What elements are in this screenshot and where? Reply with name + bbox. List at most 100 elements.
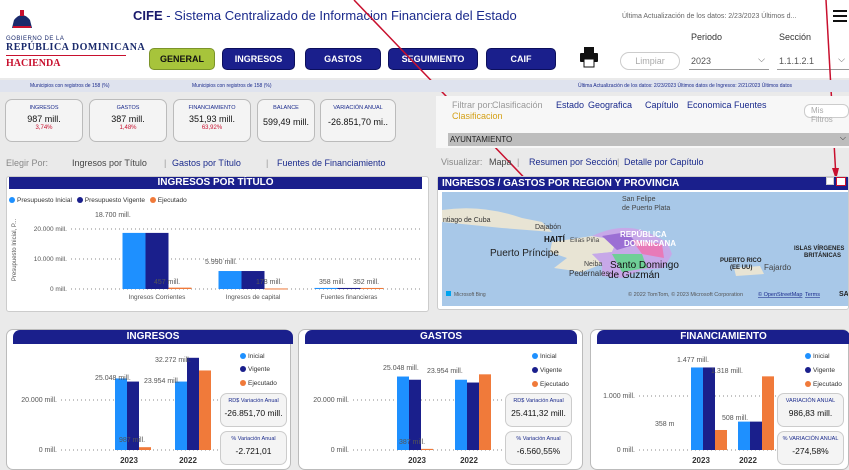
- filter-panel: Filtrar por: Clasificación Estado Geogra…: [436, 96, 849, 148]
- legend-item: Vigente: [540, 367, 562, 374]
- legend-ejecutado: Ejecutado: [240, 380, 277, 387]
- bar-ejecutado-2023: [139, 447, 151, 450]
- tab-separator: |: [164, 158, 167, 168]
- filter-highlight: Clasificacion: [452, 111, 503, 121]
- visualize-section[interactable]: Resumen por Sección: [529, 157, 618, 167]
- data-label: 358 mill.: [319, 279, 345, 286]
- legend-dot: [149, 197, 156, 204]
- data-label: 508 mill.: [722, 415, 748, 422]
- section-value: 1.1.1.2.1: [779, 55, 815, 66]
- my-filters-button[interactable]: Mis Filtros: [804, 104, 849, 124]
- filter-option-fuentes[interactable]: Fuentes: [734, 100, 767, 110]
- filter-by-label: Filtrar por:: [452, 100, 494, 110]
- map-label: Pedernales: [569, 269, 609, 278]
- filter-option-capitulo[interactable]: Capítulo: [645, 100, 679, 110]
- strip-text-3: Última Actualización de los datos: 2/23/…: [578, 83, 793, 89]
- choose-fuentes[interactable]: Fuentes de Financiamiento: [277, 158, 386, 168]
- map-title: INGRESOS / GASTOS POR REGION Y PROVINCIA: [438, 177, 848, 190]
- map-label: PUERTO RICO: [720, 258, 762, 264]
- legend-dot: [9, 197, 15, 204]
- bar-presupuesto-inicial: [122, 232, 146, 289]
- section-select[interactable]: 1.1.1.2.1 ⌵: [777, 52, 849, 70]
- legend-item: Inicial: [813, 353, 830, 360]
- nav-caif-button[interactable]: CAIF: [486, 48, 556, 70]
- kpi-value: -26.851,70 mi..: [327, 117, 389, 127]
- map-label: Fajardo: [764, 263, 792, 272]
- variation-box: RD$ Variación Anual 25.411,32 mill.: [505, 393, 572, 427]
- focus-mode-icon[interactable]: [836, 177, 846, 186]
- ingresos-chart: 20.000 mill. 0 mill. 25.048 mill. 32.272…: [21, 357, 222, 465]
- kpi-title: BALANCE: [273, 105, 299, 111]
- kpi-value: 387 mill.: [111, 114, 145, 124]
- kpi-financiamiento: FINANCIAMIENTO 351,93 mill. 63,92%: [173, 99, 251, 142]
- filter-icon[interactable]: [826, 177, 834, 185]
- period-label: Periodo: [691, 32, 723, 42]
- map-label: HAITÍ: [544, 235, 566, 244]
- filter-option-geografica[interactable]: Geografica: [588, 100, 632, 110]
- x-category-label: Fuentes financieras: [321, 294, 378, 301]
- strip-text-1: Municipios con registros de 158 (%): [30, 83, 110, 89]
- kpi-gastos: GASTOS 387 mill. 1,48%: [89, 99, 167, 142]
- ingresos-card: INGRESOS 20.000 mill. 0 mill. 25.048 mil…: [6, 329, 293, 470]
- filter-select[interactable]: AYUNTAMIENTO ⌵: [448, 133, 849, 146]
- filter-option-estado[interactable]: Estado: [556, 100, 584, 110]
- last-update: Última Actualización de los datos: 2/23/…: [622, 13, 797, 20]
- variation-value: 25.411,32 mill.: [511, 408, 566, 418]
- legend-item: Ejecutado: [248, 380, 277, 387]
- x-category-label: 2023: [120, 456, 138, 465]
- data-label: 32.272 mill.: [155, 357, 191, 364]
- filter-option-economica[interactable]: Economica: [687, 100, 732, 110]
- variation-pct-box: % Variación Anual -6.560,55%: [505, 431, 572, 465]
- bar-presupuesto-inicial: [218, 271, 242, 289]
- map-label: Puerto Príncipe: [490, 248, 559, 259]
- x-category-label: 2022: [739, 456, 757, 465]
- visualize-map[interactable]: Mapa: [489, 157, 512, 167]
- data-label: 23.954 mill.: [427, 368, 463, 375]
- variation-title: % VARIACIÓN ANUAL: [782, 436, 839, 442]
- choose-gastos[interactable]: Gastos por Título: [172, 158, 241, 168]
- tab-separator: |: [617, 157, 620, 167]
- map-canvas[interactable]: San Felipe de Puerto Plata ntiago de Cub…: [442, 192, 848, 306]
- visualize-chapter[interactable]: Detalle por Capítulo: [624, 157, 704, 167]
- bar-vigente-2022: [187, 357, 199, 450]
- section-label: Sección: [779, 32, 812, 42]
- app-title: CIFE - Sistema Centralizado de Informaci…: [133, 8, 517, 23]
- clear-button[interactable]: Limpiar: [620, 52, 680, 70]
- data-label: 1.318 mill.: [711, 368, 743, 375]
- kpi-title: VARIACIÓN ANUAL: [333, 105, 383, 111]
- y-tick: 20.000 mill.: [34, 226, 67, 233]
- period-select[interactable]: 2023 ⌵: [689, 52, 769, 70]
- printer-icon[interactable]: [578, 46, 600, 68]
- card-title: FINANCIAMIENTO: [597, 330, 849, 344]
- map-label: Elías Piña: [570, 237, 600, 244]
- data-label: 1.477 mill.: [677, 357, 709, 364]
- nav-seguimiento-button[interactable]: SEGUIMIENTO: [388, 48, 478, 70]
- chevron-down-icon: ⌵: [838, 54, 845, 64]
- bar-inicial-2023: [691, 367, 703, 450]
- y-tick: 0 mill.: [50, 286, 67, 293]
- legend-ejecutado: Ejecutado: [805, 381, 842, 388]
- kpi-value: 351,93 mill.: [188, 114, 236, 124]
- variation-value: -6.560,55%: [516, 446, 561, 456]
- financiamiento-chart: 1.000 mill. 0 mill. 1.477 mill. 1.318 mi…: [603, 357, 779, 465]
- choose-ingresos[interactable]: Ingresos por Título: [72, 158, 147, 168]
- nav-ingresos-button[interactable]: INGRESOS: [222, 48, 295, 70]
- kpi-ingresos: INGRESOS 987 mill. 3,74%: [5, 99, 83, 142]
- gastos-card: GASTOS 20.000 mill. 0 mill. 25.048 mill.…: [298, 329, 583, 470]
- variation-title: RD$ Variación Anual: [228, 398, 279, 404]
- filter-option-clasificacion[interactable]: Clasificación: [492, 100, 543, 110]
- legend-vigente: Vigente: [532, 367, 562, 374]
- bar-presupuesto-inicial: [314, 287, 338, 289]
- nav-general-button[interactable]: GENERAL: [149, 48, 215, 70]
- kpi-pct: 63,92%: [201, 125, 223, 131]
- bar-inicial-2022: [455, 379, 467, 450]
- variation-value: -274,58%: [792, 446, 829, 456]
- chart-legend: Presupuesto Inicial Presupuesto Vigente …: [9, 197, 187, 204]
- hamburger-menu-icon[interactable]: [833, 10, 847, 22]
- kpi-balance: BALANCE 599,49 mill.: [257, 99, 315, 142]
- map-label: de Guzmán: [608, 270, 660, 281]
- nav-gastos-button[interactable]: GASTOS: [305, 48, 381, 70]
- filter-selected-value: AYUNTAMIENTO: [450, 135, 513, 144]
- bar-inicial-2022: [175, 381, 187, 450]
- country-name: REPÚBLICA DOMINICANA: [6, 42, 146, 53]
